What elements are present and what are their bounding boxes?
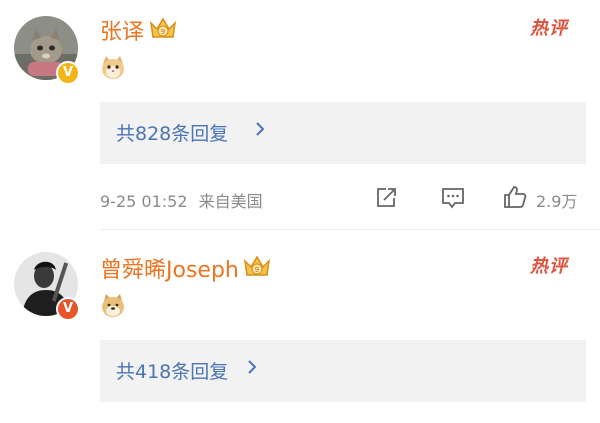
hot-comment-label: 热评 [530, 256, 568, 277]
chevron-right-icon [248, 360, 257, 374]
username[interactable]: 张译 [100, 14, 144, 46]
replies-count-label: 共418条回复 [116, 361, 229, 383]
crown-badge-icon: 9 [243, 255, 271, 276]
username[interactable]: 曾舜晞Joseph [100, 252, 239, 284]
crown-badge-icon: 9 [149, 17, 177, 38]
replies-button[interactable]: 共418条回复 [100, 340, 586, 402]
comment-icon[interactable] [440, 186, 466, 210]
replies-button[interactable]: 共828条回复 [100, 102, 586, 164]
comment-item: V 张译 9 热评 共828条回复 9-25 01:52 来自美国 2.9万 [0, 0, 600, 230]
like-count: 2.9万 [536, 192, 578, 211]
cat-emoji-icon [102, 56, 124, 79]
hot-comment-label: 热评 [530, 18, 568, 39]
verified-badge-icon: V [56, 297, 80, 321]
doge-emoji-icon [102, 294, 124, 317]
replies-count-label: 共828条回复 [116, 123, 229, 145]
location: 来自美国 [198, 192, 263, 211]
svg-text:9: 9 [255, 266, 259, 274]
share-icon[interactable] [374, 186, 398, 210]
timestamp: 9-25 01:52 [100, 192, 188, 211]
verified-badge-icon: V [56, 61, 80, 85]
chevron-right-icon [256, 122, 265, 136]
comment-meta: 9-25 01:52 来自美国 [100, 188, 263, 212]
like-icon[interactable] [502, 184, 528, 210]
comment-item: V 曾舜晞Joseph 9 热评 共418条回复 [0, 230, 600, 423]
svg-text:9: 9 [161, 28, 165, 36]
